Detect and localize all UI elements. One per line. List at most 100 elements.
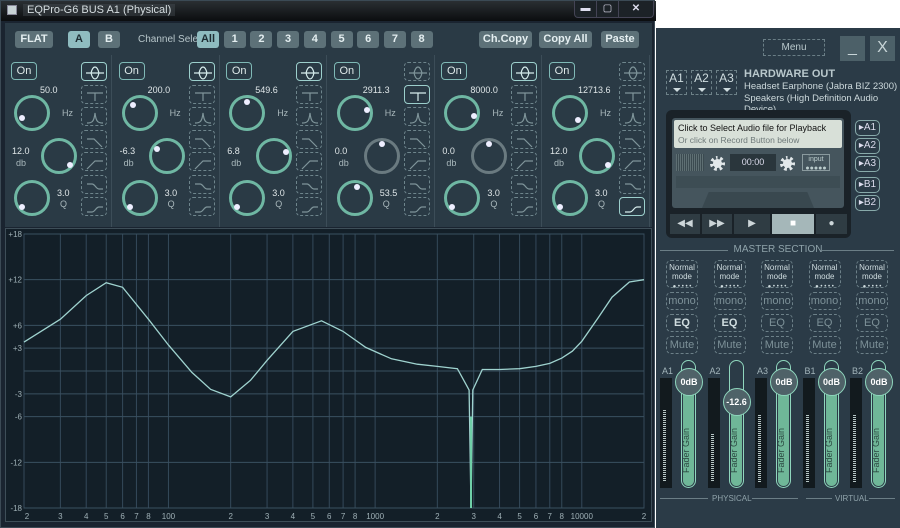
band-on-button[interactable]: On xyxy=(11,62,37,80)
rewind-button[interactable]: ◀◀ xyxy=(670,214,700,234)
filter-band-pass-button[interactable] xyxy=(403,107,430,126)
mixer-close-button[interactable]: X xyxy=(870,36,895,61)
filter-band-pass-button[interactable] xyxy=(81,107,107,126)
filter-low-shelf-button[interactable] xyxy=(188,174,215,194)
hardware-out-a2-button[interactable]: A2 xyxy=(691,70,712,95)
filter-notch-button[interactable] xyxy=(81,84,107,104)
mono-button[interactable]: mono xyxy=(808,292,841,310)
eq-button[interactable]: EQ xyxy=(808,314,841,332)
band-on-button[interactable]: On xyxy=(333,62,360,80)
fader-knob[interactable]: 0dB xyxy=(817,368,846,396)
q-knob[interactable] xyxy=(444,180,481,216)
freq-knob[interactable] xyxy=(14,95,50,131)
filter-peak-button[interactable] xyxy=(81,62,107,81)
channel-button-7[interactable]: 7 xyxy=(383,31,406,48)
route-b1-button[interactable]: ▸B1 xyxy=(855,177,880,193)
mute-button[interactable]: Mute xyxy=(808,336,841,354)
freq-knob[interactable] xyxy=(121,95,158,131)
copy-all-button[interactable]: Copy All xyxy=(539,31,592,48)
paste-button[interactable]: Paste xyxy=(601,31,639,48)
gain-knob[interactable] xyxy=(148,138,185,174)
filter-peak-button[interactable] xyxy=(619,62,645,81)
fader-knob[interactable]: 0dB xyxy=(770,368,798,396)
band-on-button[interactable]: On xyxy=(441,62,468,80)
normal-mode-button[interactable]: Normal mode ● • • • • xyxy=(761,260,793,290)
gain-knob[interactable] xyxy=(41,138,77,174)
gain-knob[interactable] xyxy=(256,138,293,174)
maximize-button[interactable]: ▢ xyxy=(597,1,619,17)
filter-band-pass-button[interactable] xyxy=(619,107,645,126)
normal-mode-button[interactable]: Normal mode ● • • • • xyxy=(808,260,841,290)
eq-button[interactable]: EQ xyxy=(666,314,698,332)
mute-button[interactable]: Mute xyxy=(761,336,793,354)
channel-button-6[interactable]: 6 xyxy=(357,31,380,48)
q-knob[interactable] xyxy=(14,180,50,216)
band-on-button[interactable]: On xyxy=(549,62,575,80)
gain-knob[interactable] xyxy=(363,138,400,174)
filter-high-shelf-button[interactable] xyxy=(403,197,430,216)
minimize-button[interactable]: ▬ xyxy=(575,1,597,17)
filter-band-pass-button[interactable] xyxy=(188,107,215,126)
fast-forward-button[interactable]: ▶▶ xyxy=(702,214,732,234)
filter-high-pass-button[interactable] xyxy=(619,152,645,171)
filter-high-pass-button[interactable] xyxy=(403,152,430,171)
normal-mode-button[interactable]: Normal mode ● • • • • xyxy=(713,260,746,290)
mute-button[interactable]: Mute xyxy=(856,336,888,354)
eq-response-graph[interactable]: +18 +12 +6 +3 -3 -6 -12 -18 2 3 4 5 6 7 8 100 2 3 4 5 6 7 8 100… xyxy=(5,228,652,522)
q-knob[interactable] xyxy=(121,180,158,216)
route-a1-button[interactable]: ▸A1 xyxy=(855,120,880,136)
filter-notch-button[interactable] xyxy=(511,84,538,104)
mute-button[interactable]: Mute xyxy=(666,336,698,354)
cassette[interactable]: Click to Select Audio file for Playback … xyxy=(672,118,844,208)
freq-knob[interactable] xyxy=(552,95,588,131)
filter-peak-button[interactable] xyxy=(296,62,323,81)
normal-mode-button[interactable]: Normal mode ● • • • • xyxy=(856,260,888,290)
filter-low-shelf-button[interactable] xyxy=(511,174,538,194)
flat-button[interactable]: FLAT xyxy=(15,31,53,48)
band-on-button[interactable]: On xyxy=(118,62,145,80)
filter-low-pass-button[interactable] xyxy=(296,129,323,149)
filter-low-pass-button[interactable] xyxy=(81,129,107,149)
filter-low-shelf-button[interactable] xyxy=(619,174,645,194)
filter-low-shelf-button[interactable] xyxy=(296,174,323,194)
fader-knob[interactable]: -12.6 xyxy=(722,388,751,416)
channel-button-3[interactable]: 3 xyxy=(277,31,300,48)
filter-high-pass-button[interactable] xyxy=(511,152,538,171)
band-on-button[interactable]: On xyxy=(226,62,253,80)
filter-high-pass-button[interactable] xyxy=(81,152,107,171)
freq-knob[interactable] xyxy=(444,95,481,131)
filter-low-pass-button[interactable] xyxy=(403,129,430,149)
freq-knob[interactable] xyxy=(336,95,373,131)
channel-button-4[interactable]: 4 xyxy=(303,31,326,48)
eq-button[interactable]: EQ xyxy=(856,314,888,332)
record-button[interactable]: ● xyxy=(816,214,847,234)
hardware-out-a1-button[interactable]: A1 xyxy=(666,70,687,95)
playback-file-label[interactable]: Click to Select Audio file for Playback … xyxy=(674,120,842,148)
eq-button[interactable]: EQ xyxy=(761,314,793,332)
freq-knob[interactable] xyxy=(229,95,266,131)
play-button[interactable]: ▶ xyxy=(734,214,770,234)
filter-notch-button[interactable] xyxy=(619,84,645,104)
route-a3-button[interactable]: ▸A3 xyxy=(855,156,880,172)
filter-peak-button[interactable] xyxy=(403,62,430,81)
close-button[interactable]: ✕ xyxy=(619,1,653,17)
filter-band-pass-button[interactable] xyxy=(511,107,538,126)
filter-high-shelf-button[interactable] xyxy=(188,197,215,216)
filter-peak-button[interactable] xyxy=(188,62,215,81)
filter-low-pass-button[interactable] xyxy=(188,129,215,149)
ch-copy-button[interactable]: Ch.Copy xyxy=(479,31,532,48)
title-bar[interactable]: EQPro-G6 BUS A1 (Physical) ▬ ▢ ✕ xyxy=(1,1,656,21)
eq-button[interactable]: EQ xyxy=(713,314,746,332)
filter-notch-button[interactable] xyxy=(403,84,430,104)
filter-peak-button[interactable] xyxy=(511,62,538,81)
stop-button[interactable]: ■ xyxy=(772,214,814,234)
channel-button-1[interactable]: 1 xyxy=(223,31,246,48)
filter-high-shelf-button[interactable] xyxy=(619,197,645,216)
filter-notch-button[interactable] xyxy=(188,84,215,104)
preset-b-button[interactable]: B xyxy=(98,31,120,48)
filter-low-pass-button[interactable] xyxy=(511,129,538,149)
channel-button-2[interactable]: 2 xyxy=(250,31,273,48)
channel-button-5[interactable]: 5 xyxy=(330,31,353,48)
mute-button[interactable]: Mute xyxy=(713,336,746,354)
fader-knob[interactable]: 0dB xyxy=(675,368,703,396)
